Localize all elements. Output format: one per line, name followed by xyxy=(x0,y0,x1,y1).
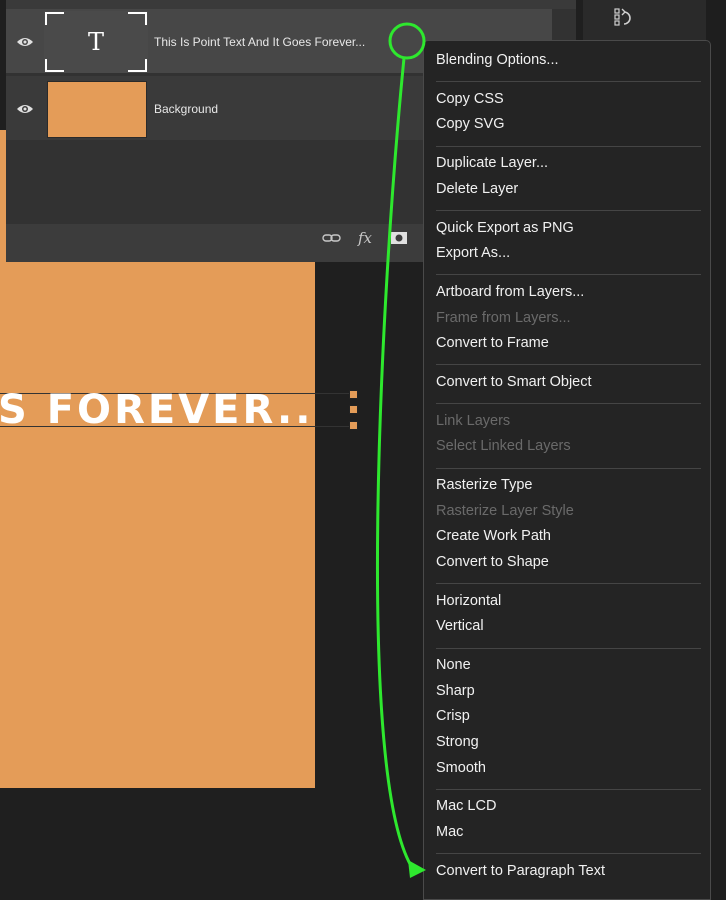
annotation-arrow-path xyxy=(375,57,415,870)
annotation-arrowhead xyxy=(408,860,426,878)
annotation-arrow-overlay xyxy=(375,22,426,878)
highlight-circle xyxy=(388,22,426,60)
